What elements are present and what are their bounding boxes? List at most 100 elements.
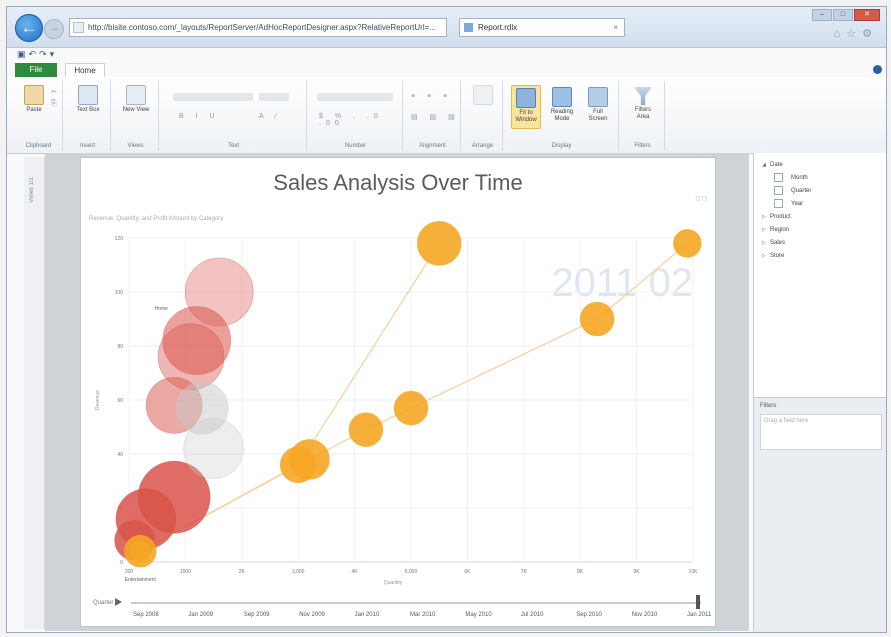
x-tick-label: 200 — [125, 569, 134, 575]
new-view-button[interactable]: New View — [121, 85, 151, 114]
chevron-down-icon[interactable]: ◢ — [762, 159, 770, 172]
close-icon[interactable]: ✕ — [854, 9, 880, 21]
font-size-dropdown[interactable] — [259, 93, 289, 101]
bubble-3-2[interactable] — [348, 412, 384, 448]
bubble-3-3[interactable] — [393, 390, 429, 426]
field-checkbox[interactable] — [774, 172, 783, 182]
funnel-icon — [634, 87, 652, 105]
field-list-item-month[interactable]: Month — [762, 172, 811, 185]
address-bar[interactable]: http://bisite.contoso.com/_layouts/Repor… — [69, 18, 447, 37]
field-list-item-region[interactable]: ▷ Region — [762, 224, 811, 237]
field-list-item-date[interactable]: ◢ Date — [762, 159, 811, 172]
tab-file[interactable]: File — [15, 63, 57, 77]
group-display: Fit to Window Reading Mode Full Screen D… — [505, 81, 619, 151]
field-list-label: Date — [770, 162, 783, 168]
field-list-label: Store — [770, 253, 785, 259]
y-tick-label: 60 — [117, 398, 123, 404]
bubble-3-5[interactable] — [673, 229, 702, 258]
y-tick-label: 40 — [117, 452, 123, 458]
field-checkbox[interactable] — [774, 198, 783, 208]
play-icon[interactable] — [115, 598, 122, 606]
font-color-icon[interactable]: A ⁄ — [259, 113, 281, 120]
y-tick-label: 0 — [120, 560, 123, 566]
field-list-label: Quarter — [791, 188, 812, 194]
play-axis-slider[interactable] — [696, 595, 700, 609]
bubble-3-4[interactable] — [579, 301, 615, 337]
field-list-item-product[interactable]: ▷ Product — [762, 211, 811, 224]
full-screen-button[interactable]: Full Screen — [583, 87, 613, 123]
play-axis-track[interactable] — [131, 602, 701, 604]
field-list-item-quarter[interactable]: Quarter — [762, 185, 811, 198]
home-icon[interactable]: ⌂ — [834, 28, 847, 40]
font-name-dropdown[interactable] — [173, 93, 253, 101]
views-strip[interactable]: Views 1/1 — [24, 157, 45, 629]
chevron-right-icon[interactable]: ▷ — [762, 250, 770, 263]
bubble-2-2[interactable] — [416, 221, 462, 266]
customize-icon[interactable]: ▾ — [50, 49, 58, 59]
field-checkbox[interactable] — [774, 185, 783, 195]
browser-tab[interactable]: Report.rdlx × — [459, 18, 625, 37]
play-axis-date: Jan 2011 — [687, 612, 712, 618]
field-list-item-year[interactable]: Year — [762, 198, 811, 211]
play-axis: Quarter Sep 2008 Jan 2009 Sep 2009 Nov 2009… — [81, 588, 715, 624]
group-number: $ % , .0 .00 Number — [309, 81, 403, 151]
bold-italic-underline-icons[interactable]: B I U — [179, 113, 220, 120]
horizontal-align-icons[interactable]: ▤ ▤ ▤ — [411, 113, 460, 121]
play-axis-date: Mar 2010 — [410, 612, 436, 618]
x-tick-label: 7K — [521, 569, 528, 575]
save-icon[interactable]: ▣ — [17, 49, 29, 59]
paste-button[interactable]: Paste — [19, 85, 49, 114]
full-screen-icon — [588, 87, 608, 107]
new-view-icon — [126, 85, 146, 105]
reading-mode-button[interactable]: Reading Mode — [547, 87, 577, 123]
play-axis-date: Sep 2008 — [133, 612, 159, 618]
y-axis-label: Revenue — [95, 390, 101, 410]
field-list-item-sales[interactable]: ▷ Sales — [762, 237, 811, 250]
tab-favicon-icon — [464, 23, 473, 32]
minimize-icon[interactable]: – — [812, 9, 832, 21]
play-axis-date: Nov 2010 — [631, 612, 658, 618]
browser-window: ← → http://bisite.contoso.com/_layouts/R… — [6, 6, 887, 633]
views-strip-label: Views 1/1 — [29, 177, 35, 203]
text-box-button[interactable]: Text Box — [73, 85, 103, 114]
undo-icon[interactable]: ↶ — [29, 49, 40, 59]
group-arrange: Arrange — [463, 81, 503, 151]
tab-home[interactable]: Home — [65, 63, 105, 77]
play-axis-date: Sep 2010 — [576, 612, 602, 618]
vertical-align-icons[interactable]: ≡ ≡ ≡ — [411, 93, 452, 100]
chevron-right-icon[interactable]: ▷ — [762, 237, 770, 250]
arrange-button[interactable] — [468, 85, 498, 107]
window-controls: – □ ✕ — [812, 9, 880, 21]
y-tick-label: 120 — [115, 236, 124, 242]
number-format-dropdown[interactable] — [317, 93, 393, 101]
maximize-icon[interactable]: □ — [833, 9, 853, 21]
tab-close-icon[interactable]: × — [613, 19, 618, 37]
back-button[interactable]: ← — [15, 14, 43, 42]
chevron-right-icon[interactable]: ▷ — [762, 211, 770, 224]
bubble-1-1[interactable] — [183, 418, 244, 479]
bubble-3-0[interactable] — [129, 540, 151, 562]
bubble-3-1[interactable] — [289, 439, 330, 480]
ribbon: Paste ✂ ⎘ Clipboard Text Box Insert New V… — [7, 77, 886, 154]
filters-area-button[interactable]: Filters Area — [628, 87, 658, 121]
forward-button[interactable]: → — [44, 19, 64, 39]
field-list-item-store[interactable]: ▷ Store — [762, 250, 811, 263]
report-view[interactable]: Sales Analysis Over Time Revenue, Quanti… — [80, 157, 716, 627]
x-tick-label: 10K — [689, 569, 699, 575]
cut-copy-icons[interactable]: ✂ ⎘ — [51, 87, 57, 109]
fit-to-window-button[interactable]: Fit to Window — [511, 85, 541, 129]
number-format-icons[interactable]: $ % , .0 .00 — [319, 113, 402, 127]
bubble-chart[interactable]: 2011 0202040608010012020010002K3,0004K5,… — [81, 158, 717, 588]
play-axis-date: May 2010 — [465, 612, 492, 618]
y-tick-label: 100 — [115, 290, 124, 296]
help-icon[interactable] — [873, 65, 882, 74]
redo-icon[interactable]: ↷ — [39, 49, 50, 59]
filters-drop-zone[interactable]: Drag a field here — [760, 414, 882, 450]
chart-corner-icons[interactable]: ◻ ◻ — [695, 196, 707, 202]
star-icon[interactable]: ☆ — [846, 28, 862, 40]
browser-toolbar: ← → http://bisite.contoso.com/_layouts/R… — [7, 7, 886, 48]
fit-to-window-icon — [516, 88, 536, 108]
chevron-right-icon[interactable]: ▷ — [762, 224, 770, 237]
browser-tools-icons: ⌂☆⚙ — [834, 27, 878, 40]
gear-icon[interactable]: ⚙ — [862, 28, 878, 40]
